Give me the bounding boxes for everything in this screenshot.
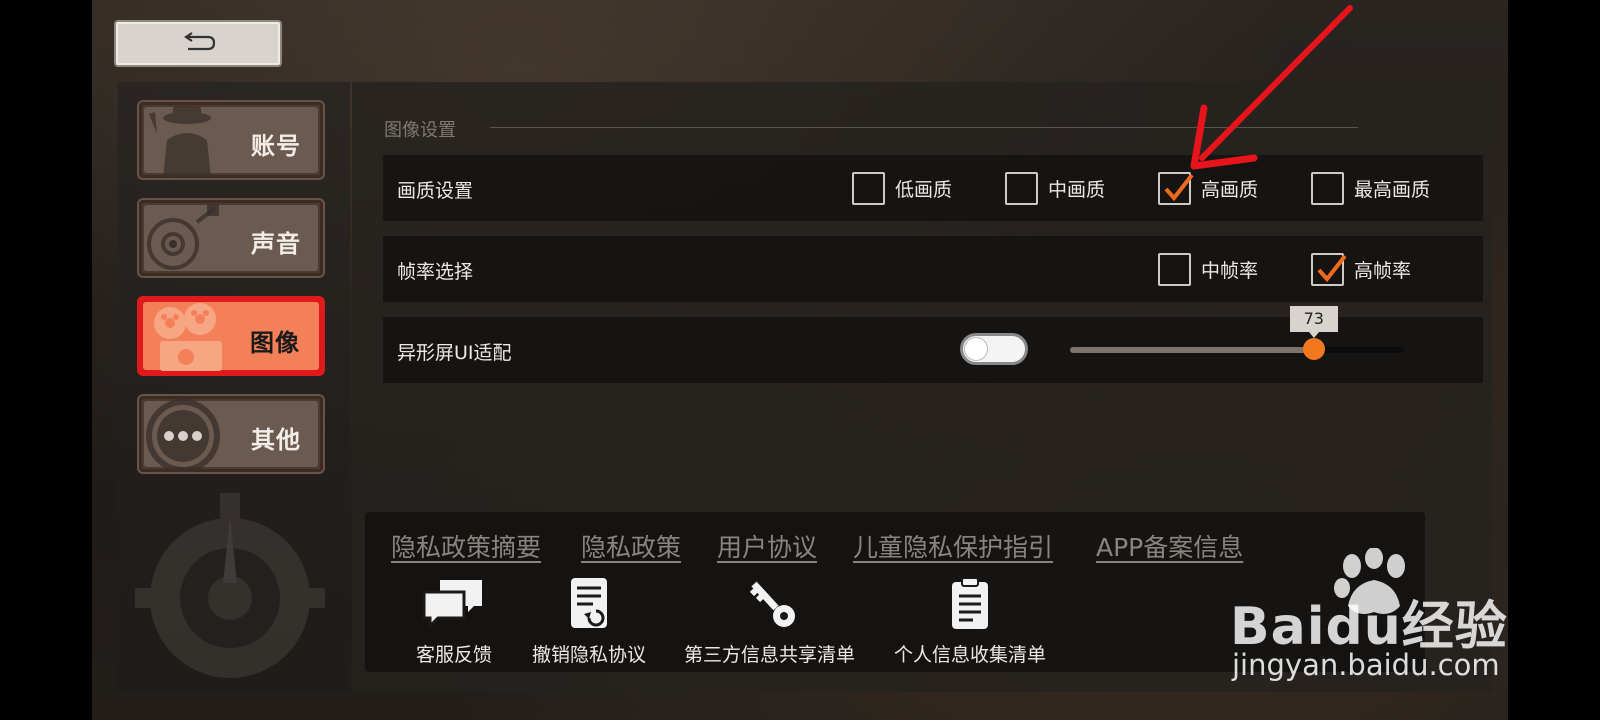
- slider-thumb[interactable]: [1302, 338, 1325, 360]
- more-dots-icon: [146, 399, 220, 472]
- clipboard-icon: [952, 578, 988, 629]
- tab-graphics[interactable]: 图像: [137, 296, 325, 376]
- tab-other-label: 其他: [251, 426, 301, 454]
- right-letterbox: [1508, 0, 1600, 720]
- tab-account-label: 账号: [251, 132, 301, 160]
- gear-decoration-icon: [135, 493, 325, 678]
- checkbox[interactable]: [1005, 171, 1038, 205]
- option-label: 中画质: [1048, 178, 1106, 201]
- toggle-knob: [964, 337, 988, 361]
- option-label: 低画质: [895, 178, 953, 201]
- option-label: 最高画质: [1354, 178, 1431, 201]
- quality-option-medium[interactable]: 中画质: [1005, 171, 1105, 205]
- notch-adapt-label: 异形屏UI适配: [397, 342, 512, 364]
- slider-value-tooltip: 73: [1289, 306, 1338, 338]
- third-party-sharing-button[interactable]: 第三方信息共享清单: [684, 578, 855, 667]
- framerate-label: 帧率选择: [397, 261, 474, 283]
- chat-bubbles-icon: [422, 580, 482, 630]
- link-app-filing[interactable]: APP备案信息: [1096, 528, 1243, 564]
- link-user-agreement[interactable]: 用户协议: [717, 528, 817, 564]
- quality-label: 画质设置: [397, 180, 474, 202]
- record-player-icon: [147, 204, 219, 270]
- revoke-privacy-button[interactable]: 撤销隐私协议: [532, 578, 646, 667]
- option-label: 高帧率: [1354, 259, 1412, 282]
- back-button[interactable]: [114, 20, 282, 67]
- baidu-watermark-url: jingyan.baidu.com: [1232, 648, 1500, 682]
- link-child-privacy[interactable]: 儿童隐私保护指引: [853, 528, 1053, 564]
- tab-graphics-label: 图像: [250, 329, 300, 357]
- tab-sound-label: 声音: [251, 230, 301, 258]
- customer-feedback-button[interactable]: 客服反馈: [416, 578, 492, 667]
- quality-option-low[interactable]: 低画质: [852, 171, 952, 205]
- customer-feedback-label: 客服反馈: [416, 644, 493, 666]
- checkbox[interactable]: [852, 171, 885, 205]
- option-label: 中帧率: [1201, 259, 1259, 282]
- slider-fill: [1070, 347, 1314, 353]
- revoke-document-icon: [571, 578, 607, 628]
- tab-account[interactable]: 账号: [137, 100, 325, 180]
- detective-icon: [149, 106, 211, 178]
- back-arrow-icon: [184, 31, 216, 50]
- personal-info-collection-label: 个人信息收集清单: [894, 644, 1047, 666]
- personal-info-collection-button[interactable]: 个人信息收集清单: [894, 578, 1046, 667]
- notch-adapt-slider[interactable]: 73: [1070, 306, 1404, 360]
- key-icon: [749, 581, 795, 627]
- section-title: 图像设置: [384, 120, 456, 141]
- film-projector-icon: [154, 303, 222, 371]
- link-privacy-summary[interactable]: 隐私政策摘要: [391, 528, 541, 564]
- tab-sound[interactable]: 声音: [137, 198, 325, 278]
- framerate-option-high[interactable]: 高帧率: [1311, 252, 1411, 286]
- checkmark-icon: [1317, 254, 1347, 282]
- tab-other[interactable]: 其他: [137, 394, 325, 474]
- link-privacy-policy[interactable]: 隐私政策: [581, 528, 681, 564]
- revoke-privacy-label: 撤销隐私协议: [532, 644, 647, 666]
- red-annotation-arrow-icon: [1190, 5, 1353, 170]
- checkbox-checked[interactable]: [1311, 252, 1347, 286]
- third-party-sharing-label: 第三方信息共享清单: [684, 644, 856, 666]
- left-letterbox: [0, 0, 92, 720]
- notch-adapt-toggle[interactable]: [960, 333, 1028, 365]
- framerate-row: 帧率选择 中帧率 高帧率: [383, 236, 1483, 302]
- framerate-option-medium[interactable]: 中帧率: [1158, 252, 1258, 286]
- checkbox[interactable]: [1158, 252, 1191, 286]
